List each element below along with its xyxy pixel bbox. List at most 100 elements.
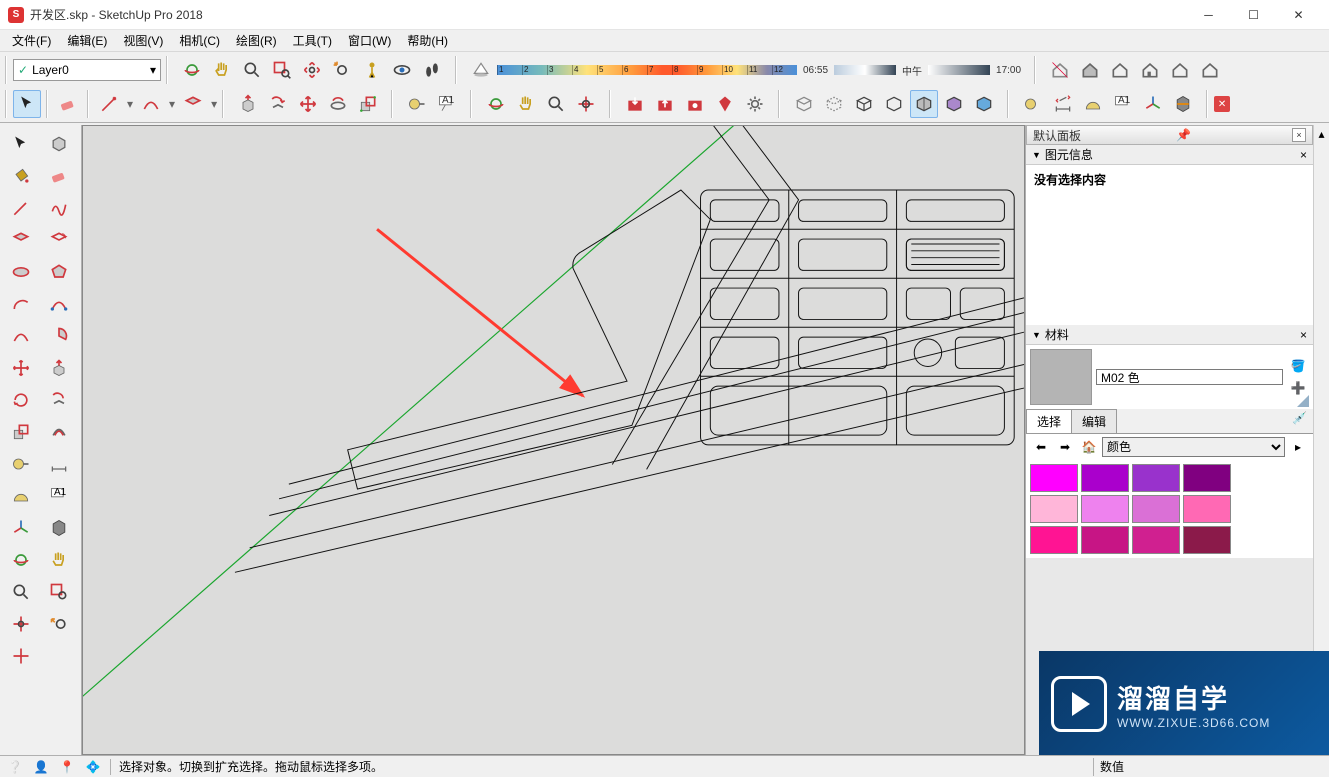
move-tool[interactable] xyxy=(4,353,38,383)
protractor-tool-left[interactable] xyxy=(4,481,38,511)
line-tool[interactable] xyxy=(4,193,38,223)
arc-red-tool-button[interactable] xyxy=(137,90,165,118)
pan-tool-button[interactable] xyxy=(512,90,540,118)
zoom-window-button[interactable] xyxy=(268,56,296,84)
dropdown-icon[interactable]: ▾ xyxy=(211,97,217,111)
look-around-button[interactable] xyxy=(388,56,416,84)
pushpull-tool-button[interactable] xyxy=(234,90,262,118)
color-swatch[interactable] xyxy=(1081,495,1129,523)
color-swatch[interactable] xyxy=(1183,464,1231,492)
component-tool[interactable] xyxy=(42,129,76,159)
axes-tool-button[interactable] xyxy=(1139,90,1167,118)
zoom-button[interactable] xyxy=(238,56,266,84)
viewport[interactable] xyxy=(82,125,1025,755)
color-swatch[interactable] xyxy=(1030,495,1078,523)
style-hidden-button[interactable] xyxy=(880,90,908,118)
zoom-extents-button[interactable] xyxy=(298,56,326,84)
text-tool-button[interactable]: A1 xyxy=(433,90,461,118)
geo-icon[interactable]: 📍 xyxy=(58,758,76,776)
time-of-day-slider-2[interactable] xyxy=(928,65,990,75)
resize-grip-icon[interactable] xyxy=(1297,395,1309,407)
tape-tool-left[interactable] xyxy=(4,449,38,479)
zoom-window-tool-left[interactable] xyxy=(42,577,76,607)
move-tool-button[interactable] xyxy=(294,90,322,118)
menu-tools[interactable]: 工具(T) xyxy=(285,30,340,51)
zoom-tool-button[interactable] xyxy=(542,90,570,118)
previous-tool-left[interactable] xyxy=(42,609,76,639)
color-swatch[interactable] xyxy=(1030,464,1078,492)
shadow-time-slider[interactable]: 123456789101112 xyxy=(497,63,797,77)
color-swatch[interactable] xyxy=(1183,495,1231,523)
shadow-toggle-button[interactable] xyxy=(467,56,495,84)
color-swatch[interactable] xyxy=(1132,464,1180,492)
tape-measure-tool-button[interactable] xyxy=(1019,90,1047,118)
menu-edit[interactable]: 编辑(E) xyxy=(59,30,115,51)
nav-home-icon[interactable]: 🏠 xyxy=(1078,436,1100,458)
tray-close-icon[interactable]: × xyxy=(1292,128,1306,142)
color-swatch[interactable] xyxy=(1132,526,1180,554)
style-shaded-button[interactable] xyxy=(910,90,938,118)
eraser-tool-button[interactable] xyxy=(54,90,82,118)
style-backedge-button[interactable] xyxy=(820,90,848,118)
minimize-button[interactable]: ─ xyxy=(1186,0,1231,30)
help-icon[interactable]: ❔ xyxy=(6,758,24,776)
orbit-button[interactable] xyxy=(178,56,206,84)
house-button-6[interactable] xyxy=(1196,56,1224,84)
house-button-1[interactable] xyxy=(1046,56,1074,84)
tab-edit[interactable]: 编辑 xyxy=(1071,409,1117,433)
walk-button[interactable] xyxy=(418,56,446,84)
tray-title-bar[interactable]: 默认面板 📌 × xyxy=(1026,125,1313,145)
line-tool-button[interactable] xyxy=(95,90,123,118)
user-icon[interactable]: 👤 xyxy=(32,758,50,776)
orbit-tool-button[interactable] xyxy=(482,90,510,118)
time-of-day-slider[interactable] xyxy=(834,65,896,75)
house-button-3[interactable] xyxy=(1106,56,1134,84)
rectangle-tool[interactable] xyxy=(4,225,38,255)
gem-button[interactable] xyxy=(711,90,739,118)
rotate-tool-button[interactable] xyxy=(324,90,352,118)
circle-tool[interactable] xyxy=(4,257,38,287)
pin-icon[interactable]: 📌 xyxy=(1176,128,1191,142)
text-label-tool-button[interactable]: A1 xyxy=(1109,90,1137,118)
panel-close-icon[interactable]: × xyxy=(1300,148,1307,162)
dimension-tool-button[interactable] xyxy=(1049,90,1077,118)
style-xray-button[interactable] xyxy=(790,90,818,118)
menu-view[interactable]: 视图(V) xyxy=(115,30,171,51)
rotate-tool[interactable] xyxy=(4,385,38,415)
materials-header[interactable]: ▼ 材料 × xyxy=(1026,325,1313,345)
entity-info-header[interactable]: ▼ 图元信息 × xyxy=(1026,145,1313,165)
axes-tool-left[interactable] xyxy=(4,513,38,543)
followme-tool[interactable] xyxy=(42,385,76,415)
color-swatch[interactable] xyxy=(1081,526,1129,554)
pie-tool[interactable] xyxy=(42,321,76,351)
dropdown-icon[interactable]: ▾ xyxy=(127,97,133,111)
color-swatch[interactable] xyxy=(1030,526,1078,554)
style-mono-button[interactable] xyxy=(970,90,998,118)
gear-button[interactable] xyxy=(741,90,769,118)
palette-menu-icon[interactable]: ▸ xyxy=(1287,436,1309,458)
house-button-2[interactable] xyxy=(1076,56,1104,84)
section-tool-button[interactable] xyxy=(1169,90,1197,118)
tab-select[interactable]: 选择 xyxy=(1026,409,1072,433)
zoom-extents-tool-button[interactable] xyxy=(572,90,600,118)
section-tool-left[interactable] xyxy=(42,513,76,543)
eraser-tool[interactable] xyxy=(42,161,76,191)
nav-forward-icon[interactable]: ➡ xyxy=(1054,436,1076,458)
credit-icon[interactable]: 💠 xyxy=(84,758,102,776)
zoom-tool-left[interactable] xyxy=(4,577,38,607)
scale-tool[interactable] xyxy=(4,417,38,447)
menu-draw[interactable]: 绘图(R) xyxy=(228,30,285,51)
arc2-tool[interactable] xyxy=(42,289,76,319)
color-swatch[interactable] xyxy=(1183,526,1231,554)
pan-tool-left[interactable] xyxy=(42,545,76,575)
color-swatch[interactable] xyxy=(1081,464,1129,492)
style-shaded-tex-button[interactable] xyxy=(940,90,968,118)
orbit-tool-left[interactable] xyxy=(4,545,38,575)
palette-dropdown[interactable]: 颜色 xyxy=(1102,437,1285,457)
select-tool[interactable] xyxy=(4,129,38,159)
warehouse-send-button[interactable] xyxy=(651,90,679,118)
text-tool-left[interactable]: A1 xyxy=(42,481,76,511)
dropdown-icon[interactable]: ▾ xyxy=(169,97,175,111)
layer-dropdown[interactable]: ✓ Layer0 ▾ xyxy=(13,59,161,81)
color-swatch[interactable] xyxy=(1132,495,1180,523)
